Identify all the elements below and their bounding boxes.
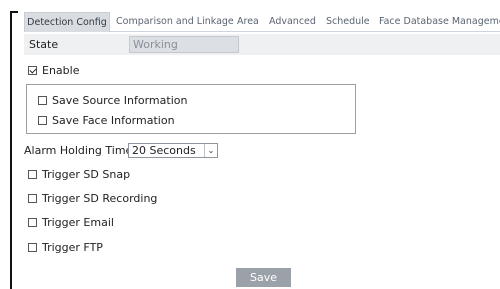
alarm-holding-time-label: Alarm Holding Time <box>24 144 133 157</box>
enable-checkbox[interactable] <box>28 66 37 75</box>
save-button[interactable]: Save <box>236 268 291 287</box>
trigger-email-label: Trigger Email <box>42 216 114 229</box>
save-face-information-checkbox[interactable] <box>38 116 47 125</box>
enable-label: Enable <box>42 64 80 77</box>
frame-corner <box>10 11 18 13</box>
trigger-ftp-checkbox[interactable] <box>28 243 37 252</box>
tab-area[interactable]: Area <box>237 12 259 31</box>
trigger-sd-recording-label: Trigger SD Recording <box>42 192 158 205</box>
tab-schedule[interactable]: Schedule <box>326 12 370 31</box>
left-frame-border <box>10 11 12 289</box>
state-value-field: Working <box>129 36 239 53</box>
chevron-down-icon[interactable]: ⌄ <box>204 144 217 157</box>
save-source-information-label: Save Source Information <box>52 94 188 107</box>
tab-face-database-management[interactable]: Face Database Management <box>379 12 500 31</box>
trigger-sd-snap-checkbox[interactable] <box>28 170 37 179</box>
tab-comparison-and-linkage[interactable]: Comparison and Linkage <box>116 12 234 31</box>
tab-advanced[interactable]: Advanced <box>269 12 316 31</box>
save-face-information-label: Save Face Information <box>52 114 175 127</box>
trigger-sd-snap-label: Trigger SD Snap <box>42 168 131 181</box>
trigger-sd-recording-checkbox[interactable] <box>28 194 37 203</box>
state-label: State <box>29 38 59 51</box>
tab-bar: Detection Config Comparison and Linkage … <box>24 12 500 32</box>
alarm-holding-time-value: 20 Seconds <box>132 144 196 157</box>
trigger-ftp-label: Trigger FTP <box>42 241 103 254</box>
tab-detection-config[interactable]: Detection Config <box>24 12 110 32</box>
trigger-email-checkbox[interactable] <box>28 218 37 227</box>
alarm-holding-time-select[interactable]: 20 Seconds ⌄ <box>128 143 218 158</box>
state-row: State Working <box>24 34 500 55</box>
save-source-information-checkbox[interactable] <box>38 96 47 105</box>
